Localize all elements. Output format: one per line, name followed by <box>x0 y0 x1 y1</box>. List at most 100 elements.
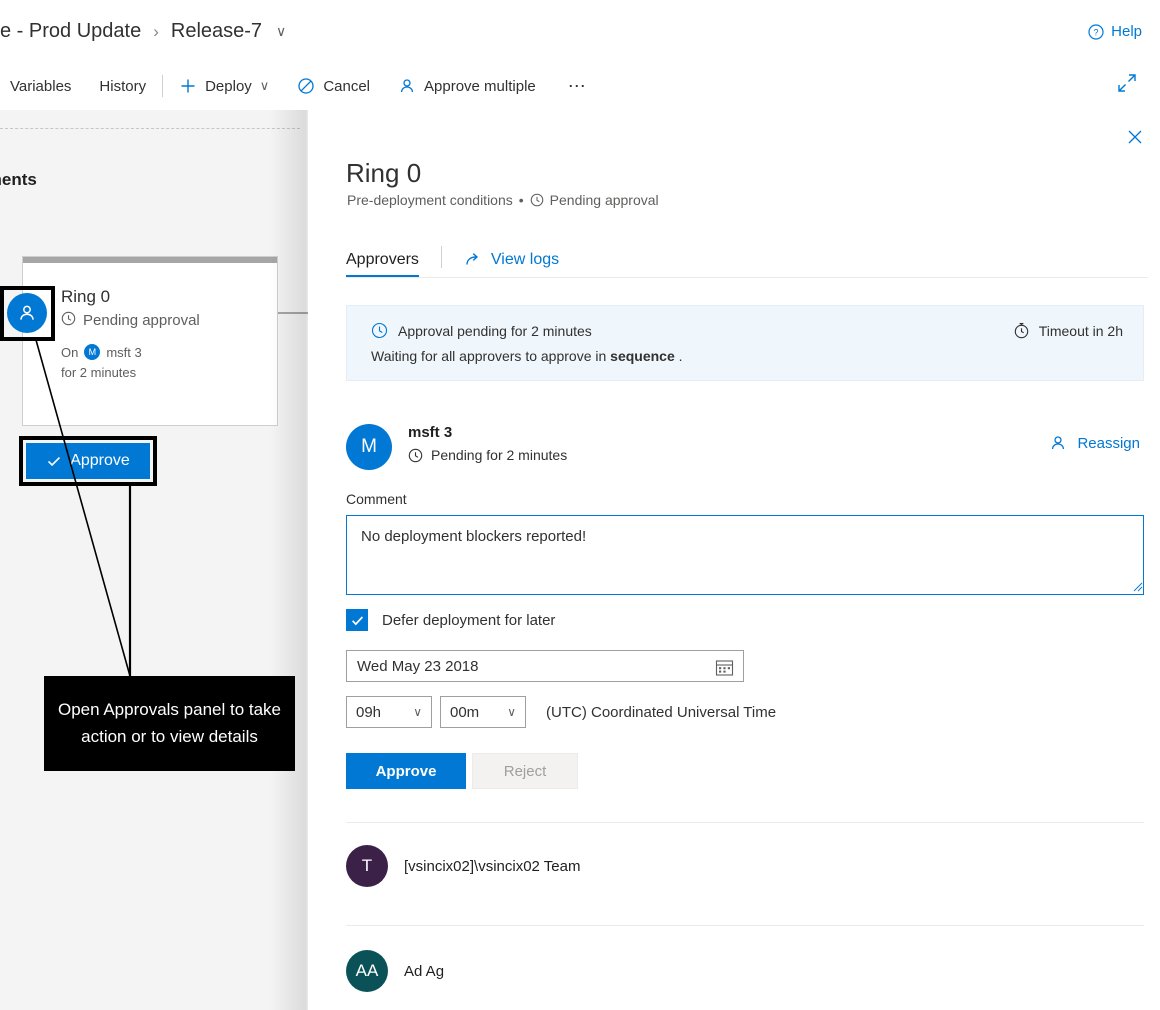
share-arrow-icon <box>464 251 482 269</box>
no-entry-icon <box>297 77 315 95</box>
toolbar-cancel-label: Cancel <box>323 78 370 95</box>
breadcrumb-parent[interactable]: se - Prod Update <box>0 20 141 43</box>
chevron-down-icon: ∨ <box>260 78 270 94</box>
defer-deployment-checkbox[interactable] <box>346 609 368 631</box>
toolbar-cancel[interactable]: Cancel <box>297 70 370 102</box>
card-status: Pending approval <box>61 311 269 330</box>
environments-heading: onments <box>0 170 37 190</box>
timer-icon <box>1013 322 1030 339</box>
defer-date-input[interactable]: Wed May 23 2018 <box>346 650 744 682</box>
banner-waiting-suffix: . <box>675 348 683 364</box>
defer-deployment-label: Defer deployment for later <box>382 612 555 629</box>
tab-approvers[interactable]: Approvers <box>346 251 419 278</box>
clock-icon <box>530 193 544 207</box>
toolbar-divider <box>162 75 163 97</box>
panel-subtitle-conditions: Pre-deployment conditions <box>347 192 513 208</box>
chevron-down-icon[interactable]: ∨ <box>276 23 286 40</box>
breadcrumb: se - Prod Update › Release-7 ∨ <box>0 20 286 43</box>
clock-icon <box>408 448 423 463</box>
banner-waiting-prefix: Waiting for all approvers to approve in <box>371 348 610 364</box>
tab-divider <box>441 246 442 268</box>
toolbar-approve-multiple-label: Approve multiple <box>424 78 536 95</box>
banner-timeout: Timeout in 2h <box>1013 322 1123 339</box>
approver-status-label: Pending for 2 minutes <box>431 447 567 463</box>
app-root: se - Prod Update › Release-7 ∨ ? Help Va… <box>0 0 1160 1010</box>
card-status-bar <box>23 257 277 263</box>
list-item-label: [vsincix02]\vsincix02 Team <box>404 858 580 875</box>
defer-time-row: 09h ∨ 00m ∨ (UTC) Coordinated Universal … <box>346 696 776 728</box>
banner-pending-row: Approval pending for 2 minutes <box>371 322 592 339</box>
breadcrumb-separator-icon: › <box>153 22 159 42</box>
defer-minute-value: 00m <box>450 704 479 721</box>
svg-text:?: ? <box>1094 27 1099 37</box>
toolbar-history-label: History <box>99 78 146 95</box>
breadcrumb-bar: se - Prod Update › Release-7 ∨ ? Help <box>0 0 1160 62</box>
breadcrumb-current[interactable]: Release-7 <box>171 20 262 43</box>
person-icon <box>398 77 416 95</box>
toolbar-deploy-label: Deploy <box>205 78 252 95</box>
card-body: Ring 0 Pending approval On M msft 3 for … <box>61 287 269 380</box>
expand-panel-button[interactable] <box>1116 72 1138 99</box>
chevron-down-icon: ∨ <box>507 705 516 719</box>
list-item-label: Ad Ag <box>404 963 444 980</box>
list-divider <box>346 822 1144 823</box>
defer-timezone-label: (UTC) Coordinated Universal Time <box>546 704 776 721</box>
chevron-down-icon: ∨ <box>413 705 422 719</box>
bullet-separator: • <box>519 192 524 208</box>
check-icon <box>350 613 365 628</box>
defer-date-value: Wed May 23 2018 <box>357 658 478 675</box>
defer-minute-select[interactable]: 00m ∨ <box>440 696 526 728</box>
toolbar-history[interactable]: History <box>99 70 146 102</box>
help-button[interactable]: ? Help <box>1088 23 1142 40</box>
toolbar-variables[interactable]: Variables <box>10 70 71 102</box>
toolbar-more-button[interactable]: ⋯ <box>568 76 588 97</box>
highlight-box-person-icon <box>0 286 55 341</box>
banner-waiting-text: Waiting for all approvers to approve in … <box>371 348 683 364</box>
comment-label: Comment <box>346 491 407 507</box>
comment-input[interactable] <box>346 515 1144 595</box>
page-title: Ring 0 <box>346 158 421 189</box>
avatar: T <box>346 845 388 887</box>
banner-waiting-bold: sequence <box>610 348 675 364</box>
card-title: Ring 0 <box>61 287 269 307</box>
approver-status: Pending for 2 minutes <box>408 447 567 463</box>
defer-hour-select[interactable]: 09h ∨ <box>346 696 432 728</box>
approver-name: msft 3 <box>408 424 452 441</box>
avatar: M <box>346 424 392 470</box>
close-icon[interactable] <box>1122 124 1148 150</box>
tabs-bottom-border <box>346 277 1148 278</box>
avatar: AA <box>346 950 388 992</box>
avatar: M <box>84 344 100 360</box>
toolbar-variables-label: Variables <box>10 78 71 95</box>
environments-canvas: onments <box>0 110 308 1010</box>
list-item[interactable]: T [vsincix02]\vsincix02 Team <box>346 843 1144 889</box>
help-label: Help <box>1111 23 1142 40</box>
banner-timeout-text: Timeout in 2h <box>1039 323 1123 339</box>
tab-view-logs-label: View logs <box>491 251 559 269</box>
panel-subtitle-status: Pending approval <box>550 192 659 208</box>
approval-action-buttons: Approve Reject <box>346 753 578 789</box>
toolbar-deploy[interactable]: Deploy ∨ <box>179 70 269 102</box>
reject-button: Reject <box>472 753 578 789</box>
approval-status-banner: Approval pending for 2 minutes Waiting f… <box>346 305 1144 381</box>
reassign-button[interactable]: Reassign <box>1049 434 1140 452</box>
clock-icon <box>371 322 388 339</box>
calendar-icon[interactable] <box>715 658 734 681</box>
toolbar-approve-multiple[interactable]: Approve multiple <box>398 70 536 102</box>
environment-card-ring0[interactable]: Ring 0 Pending approval On M msft 3 for … <box>22 256 278 426</box>
list-item[interactable]: AA Ad Ag <box>346 948 1144 994</box>
list-divider <box>346 925 1144 926</box>
tab-approvers-label: Approvers <box>346 251 419 268</box>
expand-diagonal-icon <box>1116 72 1138 94</box>
card-on-user: msft 3 <box>106 345 141 360</box>
highlight-box-approve-button <box>19 436 157 486</box>
panel-subtitle: Pre-deployment conditions • Pending appr… <box>347 192 659 208</box>
tab-view-logs[interactable]: View logs <box>464 251 559 278</box>
question-circle-icon: ? <box>1088 24 1104 40</box>
reassign-label: Reassign <box>1077 435 1140 452</box>
annotation-callout: Open Approvals panel to take action or t… <box>44 676 295 771</box>
panel-tabs: Approvers View logs <box>346 240 1146 278</box>
defer-hour-value: 09h <box>356 704 381 721</box>
command-toolbar: Variables History Deploy ∨ Cancel Approv… <box>0 62 1160 110</box>
approve-button[interactable]: Approve <box>346 753 466 789</box>
